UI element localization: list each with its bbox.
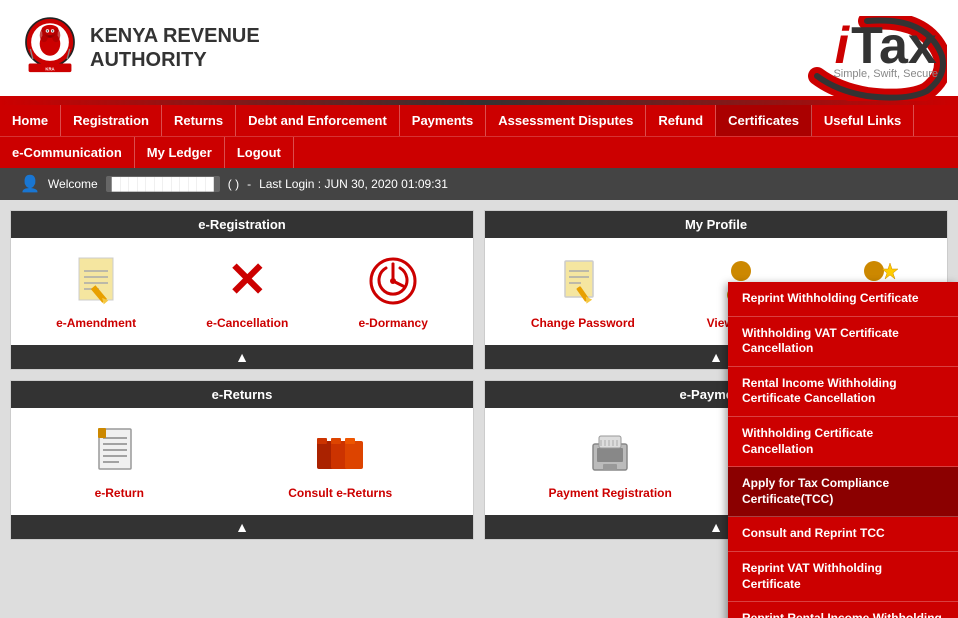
eregistration-chevron-icon: ▲ (235, 349, 249, 365)
payment-reg-icon (583, 423, 638, 478)
welcome-separator: - (247, 177, 251, 191)
ereturns-footer: ▲ (11, 515, 473, 539)
itax-tax-text: Tax (851, 16, 937, 76)
svg-text:KRA: KRA (45, 66, 54, 71)
dropdown-reprint-vat-wh[interactable]: Reprint VAT Withholding Certificate (728, 552, 958, 602)
dormancy-icon (366, 253, 421, 308)
cancellation-label: e-Cancellation (206, 316, 288, 330)
payment-reg-label: Payment Registration (548, 486, 671, 500)
cash-register-icon (585, 426, 635, 476)
kra-logo: KRA Kenya Revenue Authority (20, 16, 260, 81)
kra-name-line2: Authority (90, 48, 260, 72)
payment-reg-item[interactable]: Payment Registration (548, 423, 671, 500)
dormancy-svg-icon (368, 256, 418, 306)
dropdown-apply-tcc[interactable]: Apply for Tax Compliance Certificate(TCC… (728, 467, 958, 517)
dropdown-reprint-rental-wh[interactable]: Reprint Rental Income Withholding Certif… (728, 602, 958, 618)
eregistration-card: e-Registration (10, 210, 474, 370)
nav-payments[interactable]: Payments (400, 105, 486, 136)
dropdown-rental-wh-cancel[interactable]: Rental Income Withholding Certificate Ca… (728, 367, 958, 417)
header: KRA Kenya Revenue Authority i Tax S (0, 0, 958, 100)
ereturn-icon (92, 423, 147, 478)
consult-returns-label: Consult e-Returns (288, 486, 392, 500)
dropdown-wh-vat-cancel[interactable]: Withholding VAT Certificate Cancellation (728, 317, 958, 367)
folders-icon (315, 426, 365, 476)
eregistration-amendment[interactable]: e-Amendment (56, 253, 136, 330)
welcome-user-icon: 👤 (20, 174, 40, 194)
nav-returns[interactable]: Returns (162, 105, 236, 136)
epayments-chevron-icon: ▲ (709, 519, 723, 535)
ereturn-doc-icon (94, 426, 144, 476)
amendment-svg-icon (71, 253, 121, 308)
amendment-label: e-Amendment (56, 316, 136, 330)
itax-logo: i Tax Simple, Swift, Secure (833, 16, 938, 80)
itax-i-letter: i (835, 16, 849, 76)
itax-tagline-text: Simple, Swift, Secure (833, 68, 938, 80)
pencil-doc-icon (559, 257, 607, 305)
navbar-row1: Home Registration Returns Debt and Enfor… (0, 105, 958, 136)
eregistration-cancellation[interactable]: ✕ e-Cancellation (206, 253, 288, 330)
ereturn-label: e-Return (95, 486, 144, 500)
nav-debt[interactable]: Debt and Enforcement (236, 105, 400, 136)
cancellation-icon: ✕ (220, 253, 275, 308)
change-password-icon (555, 253, 610, 308)
dropdown-wh-cancel[interactable]: Withholding Certificate Cancellation (728, 417, 958, 467)
kra-name-line1: Kenya Revenue (90, 24, 260, 48)
nav-registration[interactable]: Registration (61, 105, 162, 136)
nav-logout[interactable]: Logout (225, 137, 294, 168)
nav-home[interactable]: Home (0, 105, 61, 136)
kra-org-text: Kenya Revenue Authority (90, 24, 260, 72)
welcome-last-login: Last Login : JUN 30, 2020 01:09:31 (259, 177, 448, 191)
ereturns-header: e-Returns (11, 381, 473, 408)
eregistration-dormancy[interactable]: e-Dormancy (359, 253, 428, 330)
amendment-icon (69, 253, 124, 308)
nav-ecommunication[interactable]: e-Communication (0, 137, 135, 168)
eregistration-footer: ▲ (11, 345, 473, 369)
navbar: Home Registration Returns Debt and Enfor… (0, 105, 958, 168)
nav-certificates[interactable]: Certificates (716, 105, 812, 136)
nav-disputes[interactable]: Assessment Disputes (486, 105, 646, 136)
nav-ledger[interactable]: My Ledger (135, 137, 225, 168)
cancel-x-icon: ✕ (227, 257, 267, 305)
ereturn-item[interactable]: e-Return (92, 423, 147, 500)
welcome-username: ████████████ (106, 176, 220, 192)
ereturns-card: e-Returns (10, 380, 474, 540)
nav-useful-links[interactable]: Useful Links (812, 105, 914, 136)
ereturns-body: e-Return (11, 408, 473, 515)
welcome-paren-open: ( ) (228, 177, 239, 191)
nav-refund[interactable]: Refund (646, 105, 716, 136)
eregistration-body: e-Amendment ✕ e-Cancellation (11, 238, 473, 345)
dropdown-reprint-wh[interactable]: Reprint Withholding Certificate (728, 282, 958, 317)
change-password-item[interactable]: Change Password (531, 253, 635, 330)
dropdown-consult-tcc[interactable]: Consult and Reprint TCC (728, 517, 958, 552)
dormancy-label: e-Dormancy (359, 316, 428, 330)
myprofile-header: My Profile (485, 211, 947, 238)
welcome-bar: 👤 Welcome ████████████ ( ) - Last Login … (0, 168, 958, 200)
ereturns-chevron-icon: ▲ (235, 519, 249, 535)
myprofile-chevron-icon: ▲ (709, 349, 723, 365)
consult-returns-item[interactable]: Consult e-Returns (288, 423, 392, 500)
page-wrapper: KRA Kenya Revenue Authority i Tax S (0, 0, 958, 618)
welcome-text: Welcome (48, 177, 98, 191)
change-password-label: Change Password (531, 316, 635, 330)
certificates-dropdown: Reprint Withholding Certificate Withhold… (728, 282, 958, 618)
eregistration-header: e-Registration (11, 211, 473, 238)
navbar-row2: e-Communication My Ledger Logout (0, 136, 958, 168)
content-area: e-Registration (0, 200, 958, 618)
consult-returns-icon (313, 423, 368, 478)
kra-emblem-icon: KRA (20, 16, 80, 81)
